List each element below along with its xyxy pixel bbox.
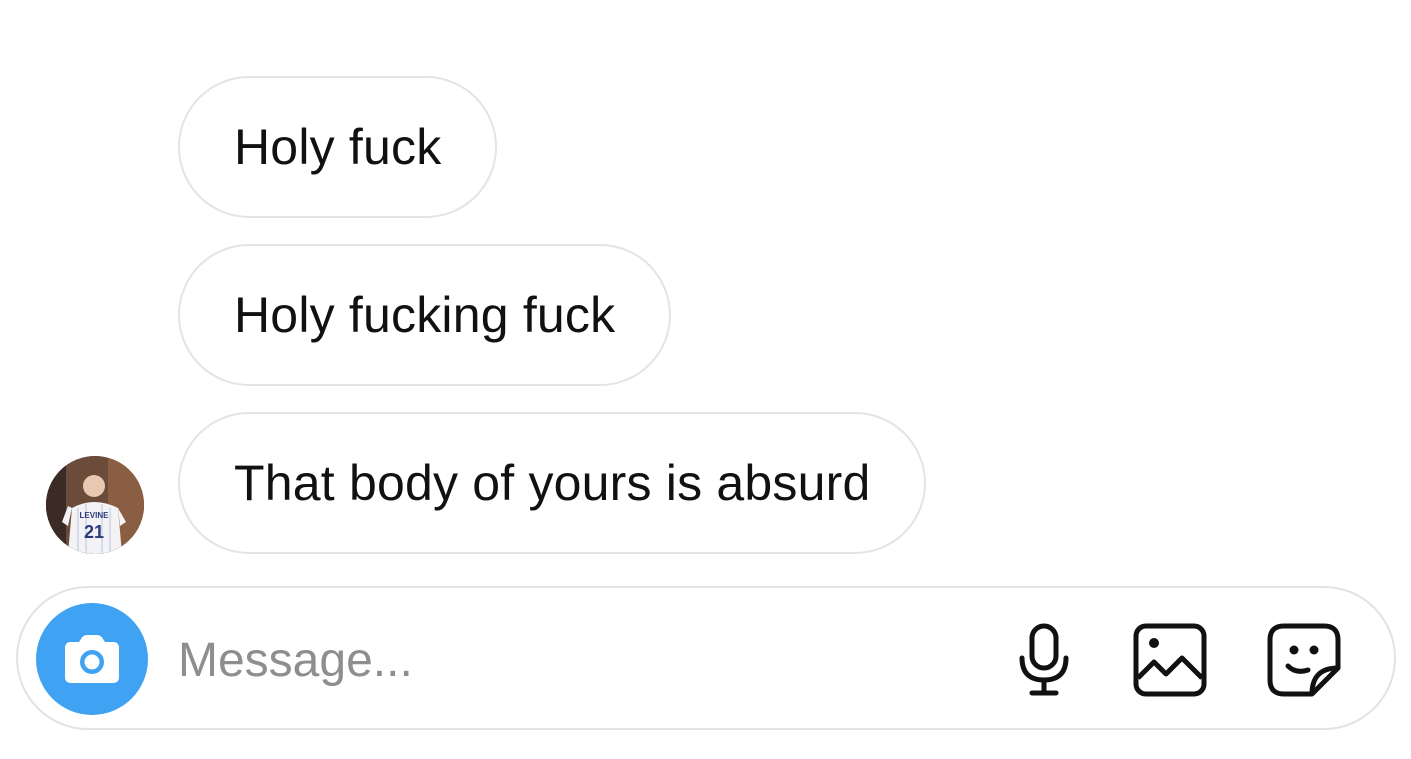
message-input[interactable] (178, 628, 978, 692)
message-bubble[interactable]: That body of yours is absurd (178, 412, 927, 554)
sticker-button[interactable] (1266, 622, 1342, 698)
message-thread: Holy fuck Holy fucking fuck That body of… (0, 0, 1411, 580)
gallery-button[interactable] (1132, 622, 1208, 698)
message-composer (16, 586, 1396, 730)
avatar[interactable]: LEVINE 21 (46, 456, 144, 554)
message-bubble[interactable]: Holy fuck (178, 76, 498, 218)
gallery-icon (1133, 623, 1207, 697)
message-bubble[interactable]: Holy fucking fuck (178, 244, 672, 386)
message-text: Holy fuck (234, 119, 442, 175)
message-text: Holy fucking fuck (234, 287, 616, 343)
microphone-icon (1019, 623, 1069, 696)
sticker-icon (1267, 623, 1341, 697)
camera-icon (65, 635, 119, 683)
avatar-jersey-number: 21 (84, 522, 104, 542)
camera-button[interactable] (36, 603, 148, 715)
microphone-button[interactable] (1006, 622, 1082, 698)
avatar-photo: LEVINE 21 (46, 456, 144, 554)
avatar-jersey-name: LEVINE (80, 511, 110, 520)
message-text: That body of yours is absurd (234, 455, 871, 511)
